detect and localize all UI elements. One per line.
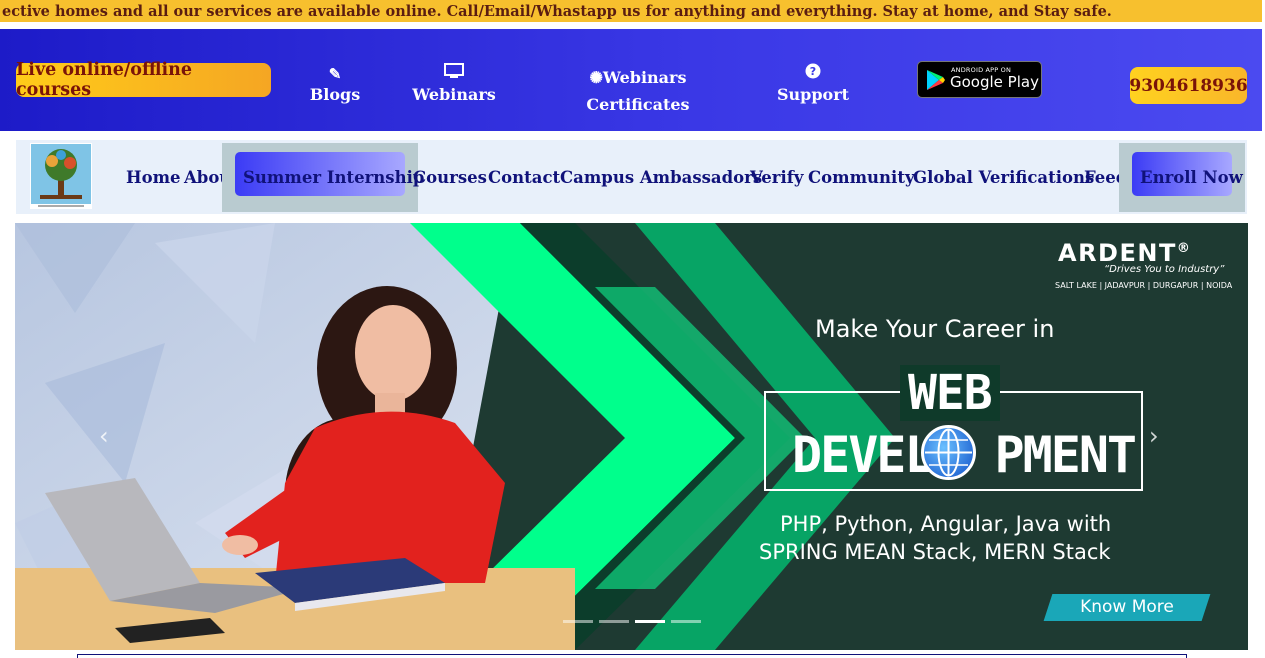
nav-global-verifications[interactable]: Global Verifications (913, 168, 1094, 187)
ticker-text: ective homes and all our services are av… (2, 3, 1112, 20)
carousel-indicator-4[interactable] (671, 620, 701, 623)
ardent-logo-text: ARDENT® (1058, 239, 1191, 267)
live-courses-button[interactable]: Live online/offline courses (16, 60, 271, 100)
google-play-badge[interactable]: ANDROID APP ON Google Play (917, 61, 1042, 98)
webinars-link[interactable]: Webinars (408, 63, 500, 104)
webinars-label: Webinars (412, 85, 496, 104)
announcement-ticker: ective homes and all our services are av… (0, 0, 1262, 22)
carousel-indicator-3[interactable] (635, 620, 665, 623)
registered-mark: ® (1176, 241, 1192, 256)
question-circle-icon: ? (772, 63, 854, 85)
top-header: Live online/offline courses ✎ Blogs Webi… (0, 29, 1262, 131)
webinar-certificates-link[interactable]: ✺Webinars Certificates (578, 64, 698, 118)
carousel-indicator-2[interactable] (599, 620, 629, 623)
devel-part: DEVEL (792, 426, 935, 484)
nav-verify[interactable]: Verify (750, 168, 803, 187)
brand-tagline: “Drives You to Industry” (1104, 264, 1225, 275)
certificates-line2: Certificates (586, 95, 690, 114)
brand-locations: SALT LAKE | JADAVPUR | DURGAPUR | NOIDA (1055, 281, 1233, 290)
phone-number-button[interactable]: 9304618936 (1129, 67, 1248, 104)
main-navigation: Home About Summer Internship Courses Con… (16, 140, 1247, 214)
pment-part: PMENT (994, 426, 1138, 484)
know-more-button[interactable]: Know More (1043, 594, 1211, 621)
google-play-icon (927, 70, 945, 90)
carousel-indicator-1[interactable] (563, 620, 593, 623)
certificates-line1: ✺Webinars (589, 68, 687, 87)
support-link[interactable]: ? Support (772, 63, 854, 104)
nav-community[interactable]: Community (808, 168, 915, 187)
enroll-now-button[interactable]: Enroll Now (1140, 168, 1243, 187)
banner-headline: Make Your Career in (815, 315, 1055, 343)
banner-tech-line2: SPRING MEAN Stack, MERN Stack (759, 540, 1111, 564)
google-play-text: Google Play (950, 73, 1039, 91)
banner-tech-line1: PHP, Python, Angular, Java with (780, 512, 1112, 536)
banner-web-text: WEB (900, 365, 1000, 421)
blogs-label: Blogs (309, 85, 361, 104)
svg-text:?: ? (810, 65, 816, 78)
site-logo[interactable] (30, 143, 92, 209)
carousel-next-arrow[interactable]: › (1149, 422, 1159, 450)
edit-icon: ✎ (328, 65, 342, 83)
blogs-link[interactable]: ✎ Blogs (305, 63, 365, 104)
know-more-label: Know More (1080, 597, 1174, 617)
hero-carousel: ARDENT® “Drives You to Industry” SALT LA… (15, 223, 1248, 650)
nav-campus-ambassadors[interactable]: Campus Ambassadors (560, 168, 762, 187)
carousel-indicators (563, 620, 701, 623)
nav-contact[interactable]: Contact (488, 168, 560, 187)
monitor-icon (408, 63, 500, 85)
brand-name: ARDENT (1058, 239, 1177, 267)
nav-home[interactable]: Home (126, 168, 181, 187)
nav-summer-internship[interactable]: Summer Internship (243, 168, 424, 187)
carousel-prev-arrow[interactable]: ‹ (99, 422, 109, 450)
next-section-edge (77, 654, 1187, 658)
support-label: Support (776, 85, 850, 104)
nav-courses[interactable]: Courses (413, 168, 487, 187)
globe-icon (921, 425, 976, 480)
